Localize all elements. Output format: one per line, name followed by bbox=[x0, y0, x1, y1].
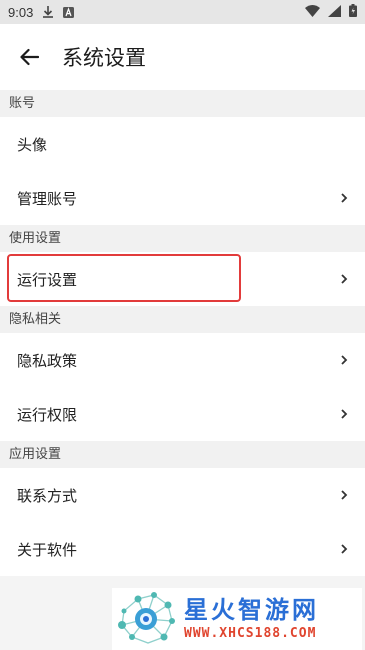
row-privacy-policy[interactable]: 隐私政策 bbox=[0, 333, 365, 387]
chevron-right-icon bbox=[341, 544, 348, 554]
row-label: 隐私政策 bbox=[17, 351, 78, 370]
row-label: 运行权限 bbox=[17, 405, 78, 424]
watermark-logo-icon bbox=[118, 592, 175, 644]
row-run-permissions[interactable]: 运行权限 bbox=[0, 387, 365, 441]
row-label: 管理账号 bbox=[17, 189, 78, 208]
chevron-right-icon bbox=[341, 409, 348, 419]
a-badge-icon bbox=[63, 6, 75, 18]
row-label: 头像 bbox=[17, 135, 48, 154]
row-about[interactable]: 关于软件 bbox=[0, 522, 365, 576]
watermark-url: WWW.XHCS188.COM bbox=[184, 626, 317, 641]
app-bar: 系统设置 bbox=[0, 24, 365, 90]
section-header-account: 账号 bbox=[0, 90, 365, 117]
section-header-privacy: 隐私相关 bbox=[0, 306, 365, 333]
section-header-usage: 使用设置 bbox=[0, 225, 365, 252]
row-contact[interactable]: 联系方式 bbox=[0, 468, 365, 522]
row-label: 关于软件 bbox=[17, 540, 78, 559]
battery-icon bbox=[349, 4, 357, 20]
download-icon bbox=[43, 6, 54, 18]
chevron-right-icon bbox=[341, 274, 348, 284]
row-avatar[interactable]: 头像 bbox=[0, 117, 365, 171]
row-run-settings[interactable]: 运行设置 bbox=[0, 252, 365, 306]
chevron-right-icon bbox=[341, 490, 348, 500]
page-title: 系统设置 bbox=[62, 46, 146, 70]
watermark: 星火智游网 WWW.XHCS188.COM bbox=[112, 588, 362, 650]
settings-list: 账号 头像 管理账号 使用设置 运行设置 隐私相关 隐私政策 运行权限 应用设置… bbox=[0, 90, 365, 576]
row-label: 联系方式 bbox=[17, 486, 78, 505]
section-header-app: 应用设置 bbox=[0, 441, 365, 468]
signal-icon bbox=[328, 4, 341, 20]
status-time: 9:03 bbox=[8, 4, 34, 20]
wifi-icon bbox=[305, 4, 320, 20]
watermark-title: 星火智游网 bbox=[184, 596, 319, 624]
chevron-right-icon bbox=[341, 193, 348, 203]
chevron-right-icon bbox=[341, 355, 348, 365]
status-bar: 9:03 bbox=[0, 0, 365, 24]
back-arrow-icon[interactable] bbox=[16, 44, 42, 70]
row-manage-account[interactable]: 管理账号 bbox=[0, 171, 365, 225]
row-label: 运行设置 bbox=[17, 270, 78, 289]
